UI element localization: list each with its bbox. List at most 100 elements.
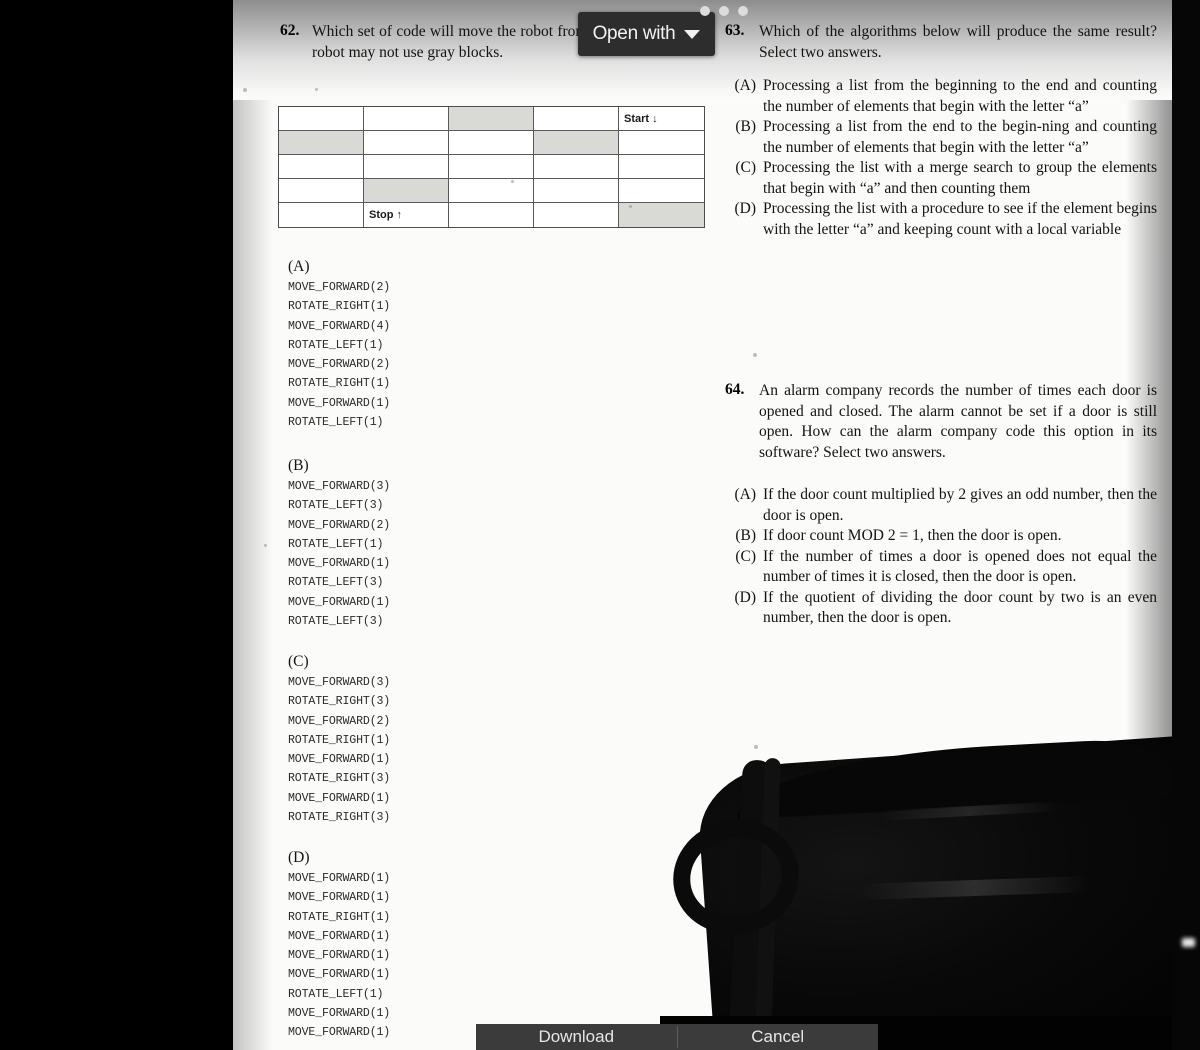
option-64-d-text: If the quotient of dividing the door cou… [763, 588, 1157, 627]
code-line: MOVE_FORWARD(1) [288, 1007, 391, 1021]
code-option-c: (C) MOVE_FORWARD(3) ROTATE_RIGHT(3) MOVE… [288, 653, 390, 827]
option-64-d: (D) If the quotient of dividing the door… [725, 588, 1157, 629]
chevron-down-icon[interactable] [684, 29, 701, 39]
screenshot-root: 62. Which set of code will move the robo… [0, 0, 1200, 1050]
code-line: ROTATE_LEFT(3) [288, 576, 384, 590]
code-option-b-label: (B) [288, 457, 309, 474]
code-option-b: (B) MOVE_FORWARD(3) ROTATE_LEFT(3) MOVE_… [288, 457, 390, 631]
code-line: MOVE_FORWARD(1) [288, 557, 391, 571]
scan-speck [511, 180, 514, 183]
code-line: MOVE_FORWARD(2) [288, 281, 391, 294]
question-64-text: An alarm company records the number of t… [759, 382, 1157, 461]
code-option-a-label: (A) [288, 258, 310, 275]
grid-cell-stop: Stop ↑ [364, 203, 449, 227]
code-line: MOVE_FORWARD(2) [288, 358, 391, 372]
question-63-head: 63. Which of the algorithms below will p… [725, 22, 1157, 63]
grid-cell-r3c1 [279, 155, 364, 179]
grid-cell-r4c1 [279, 179, 364, 203]
grid-cell-r3c4 [534, 155, 619, 179]
code-line: ROTATE_RIGHT(3) [288, 811, 391, 825]
question-63-number: 63. [725, 22, 745, 39]
grid-cell-r4c3 [449, 179, 534, 203]
option-64-c-label: (C) [735, 547, 756, 565]
code-line: MOVE_FORWARD(1) [288, 396, 391, 410]
option-63-d: (D) Processing the list with a procedure… [725, 199, 1157, 240]
grid-cell-r2c4 [534, 131, 619, 155]
code-line: MOVE_FORWARD(1) [288, 929, 391, 943]
three-dots-indicator [700, 6, 748, 16]
letterbox-right [1172, 0, 1200, 1050]
toolbar-button-cancel[interactable]: Cancel [678, 1024, 879, 1050]
code-line: MOVE_FORWARD(1) [288, 595, 391, 609]
code-line: ROTATE_RIGHT(1) [288, 910, 391, 924]
code-line: MOVE_FORWARD(1) [288, 872, 391, 885]
grid-cell-r5c1 [279, 203, 364, 227]
option-64-a: (A) If the door count multiplied by 2 gi… [725, 485, 1157, 526]
code-line: ROTATE_LEFT(1) [288, 416, 384, 430]
code-line: MOVE_FORWARD(1) [288, 1026, 391, 1040]
code-line: MOVE_FORWARD(3) [288, 480, 391, 493]
option-64-a-text: If the door count multiplied by 2 gives … [763, 486, 1157, 524]
code-line: ROTATE_RIGHT(3) [288, 772, 391, 786]
code-line: MOVE_FORWARD(1) [288, 753, 391, 767]
code-line: MOVE_FORWARD(1) [288, 949, 391, 963]
robot-grid: Start ↓ Stop ↑ [278, 106, 705, 228]
option-63-b-label: (B) [735, 118, 756, 135]
code-line: ROTATE_LEFT(3) [288, 499, 384, 513]
letterbox-left [0, 0, 233, 1050]
grid-cell-r3c2 [364, 155, 449, 179]
open-with-label: Open with [592, 23, 676, 44]
code-option-c-label: (C) [288, 653, 309, 670]
grid-cell-r5c3 [449, 203, 534, 227]
option-63-c: (C) Processing the list with a merge sea… [725, 158, 1157, 199]
code-line: MOVE_FORWARD(2) [288, 714, 391, 728]
option-64-b-label: (B) [735, 527, 756, 544]
grid-cell-r4c4 [534, 179, 619, 203]
dot-2 [719, 6, 729, 16]
scan-speck [629, 205, 632, 208]
option-63-d-label: (D) [734, 200, 756, 217]
code-line: ROTATE_LEFT(1) [288, 987, 384, 1001]
option-63-b: (B) Processing a list from the end to th… [725, 117, 1157, 158]
toolbar-button-download[interactable]: Download [476, 1024, 677, 1050]
option-63-a: (A) Processing a list from the beginning… [725, 76, 1157, 117]
code-option-a: (A) MOVE_FORWARD(2) ROTATE_RIGHT(1) MOVE… [288, 258, 390, 432]
grid-cell-r2c3 [449, 131, 534, 155]
scan-speck [754, 745, 758, 749]
grid-cell-r1c1 [279, 107, 364, 131]
option-64-c-text: If the number of times a door is opened … [763, 547, 1157, 586]
grid-cell-r1c3 [449, 107, 534, 131]
grid-cell-r1c2 [364, 107, 449, 131]
code-line: ROTATE_RIGHT(1) [288, 377, 391, 391]
code-line: MOVE_FORWARD(1) [288, 791, 391, 805]
grid-cell-r4c5 [619, 179, 704, 203]
option-63-b-text: Processing a list from the end to the be… [763, 118, 1157, 156]
question-63-text: Which of the algorithms below will produ… [759, 23, 1157, 61]
grid-cell-r4c2 [364, 179, 449, 203]
option-64-a-label: (A) [734, 486, 756, 503]
option-64-b-text: If door count MOD 2 = 1, then the door i… [763, 527, 1062, 544]
code-line: MOVE_FORWARD(4) [288, 319, 391, 333]
question-63-options: (A) Processing a list from the beginning… [725, 76, 1157, 240]
grid-cell-r2c1 [279, 131, 364, 155]
option-63-c-label: (C) [735, 159, 756, 176]
option-64-c: (C) If the number of times a door is ope… [725, 547, 1157, 588]
open-with-button[interactable]: Open with [578, 12, 715, 56]
option-64-b: (B) If door count MOD 2 = 1, then the do… [725, 526, 1157, 547]
grid-cell-start: Start ↓ [619, 107, 704, 131]
edge-highlight [1182, 938, 1195, 947]
code-line: ROTATE_RIGHT(1) [288, 733, 391, 747]
question-62-number: 62. [280, 22, 300, 39]
dot-1 [700, 6, 710, 16]
code-line: ROTATE_LEFT(1) [288, 338, 384, 352]
scan-speck [315, 88, 318, 91]
grid-cell-r2c5 [619, 131, 704, 155]
code-line: MOVE_FORWARD(2) [288, 518, 391, 532]
code-line: MOVE_FORWARD(3) [288, 676, 391, 689]
code-line: ROTATE_LEFT(3) [288, 615, 384, 629]
question-64: 64. An alarm company records the number … [725, 381, 1157, 629]
bottom-toolbar[interactable]: Download Cancel [476, 1024, 878, 1050]
option-63-a-label: (A) [734, 77, 756, 94]
grid-cell-r5c4 [534, 203, 619, 227]
dot-3 [738, 6, 748, 16]
